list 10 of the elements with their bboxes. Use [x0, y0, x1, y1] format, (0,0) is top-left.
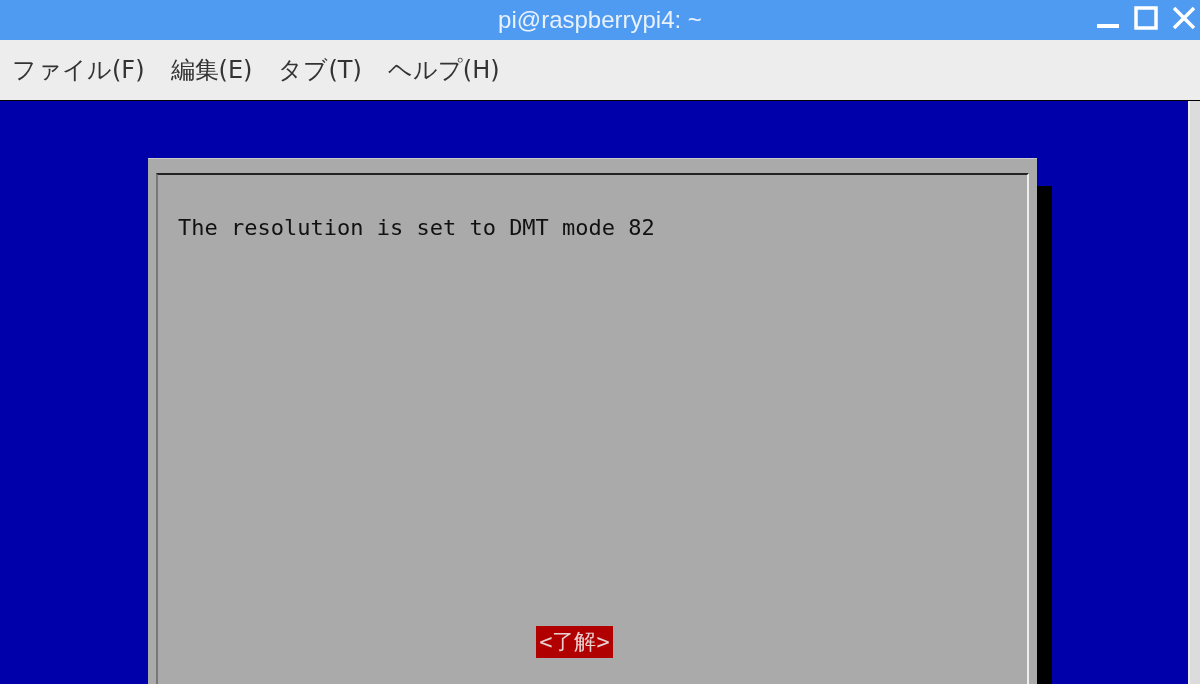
ok-button[interactable]: <了解> [536, 626, 613, 658]
menu-item[interactable]: ファイル(F) [12, 54, 145, 86]
menu-item[interactable]: タブ(T) [278, 54, 362, 86]
dialog-message: The resolution is set to DMT mode 82 [178, 215, 656, 240]
menu-item[interactable]: ヘルプ(H) [387, 54, 500, 86]
maximize-icon[interactable] [1134, 6, 1158, 30]
scrollbar[interactable] [1188, 101, 1200, 684]
close-icon[interactable] [1172, 6, 1196, 30]
window-title: pi@raspberrypi4: ~ [498, 6, 702, 34]
menu-item[interactable]: 編集(E) [170, 54, 253, 86]
